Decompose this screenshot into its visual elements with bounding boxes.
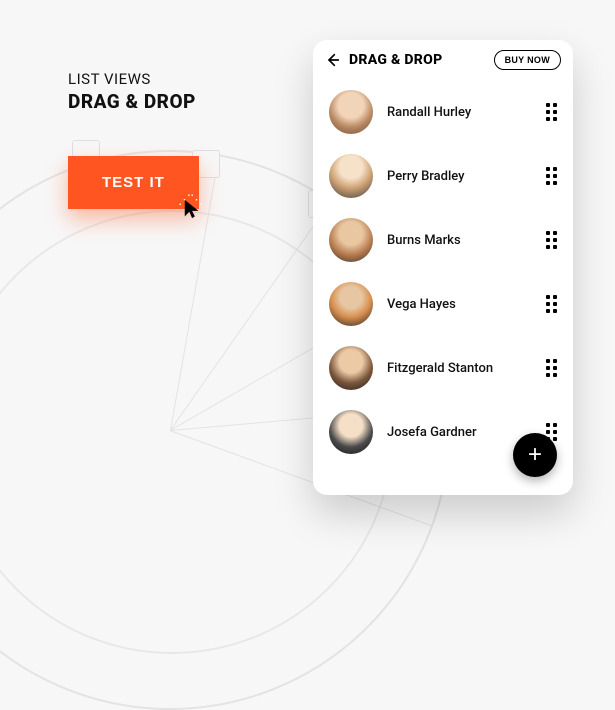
list-item-name: Josefa Gardner [387,425,532,440]
heading-title: DRAG & DROP [68,90,196,113]
avatar [329,282,373,326]
avatar [329,90,373,134]
avatar [329,218,373,262]
heading-block: LIST VIEWS DRAG & DROP [68,70,196,113]
avatar [329,410,373,454]
list-item[interactable]: Fitzgerald Stanton [313,336,573,400]
heading-subtitle: LIST VIEWS [68,70,196,88]
list-item-name: Perry Bradley [387,169,532,184]
list-item-name: Vega Hayes [387,297,532,312]
list-item-name: Burns Marks [387,233,532,248]
drag-handle-icon[interactable] [546,231,557,249]
add-button[interactable]: + [513,433,557,477]
test-it-button[interactable]: TEST IT [68,156,199,209]
drag-handle-icon[interactable] [546,103,557,121]
app-bar: DRAG & DROP BUY NOW [313,40,573,76]
list-item-name: Randall Hurley [387,105,532,120]
drag-drop-list: Randall Hurley Perry Bradley Burns Marks… [313,76,573,468]
avatar [329,346,373,390]
drag-handle-icon[interactable] [546,167,557,185]
list-item[interactable]: Vega Hayes [313,272,573,336]
drag-handle-icon[interactable] [546,359,557,377]
back-icon[interactable] [325,52,341,68]
list-item[interactable]: Perry Bradley [313,144,573,208]
phone-mockup: DRAG & DROP BUY NOW Randall Hurley Perry… [313,40,573,495]
drag-handle-icon[interactable] [546,295,557,313]
avatar [329,154,373,198]
buy-now-button[interactable]: BUY NOW [494,50,561,70]
list-item[interactable]: Burns Marks [313,208,573,272]
screen-title: DRAG & DROP [349,52,486,68]
list-item[interactable]: Randall Hurley [313,80,573,144]
list-item-name: Fitzgerald Stanton [387,361,532,376]
